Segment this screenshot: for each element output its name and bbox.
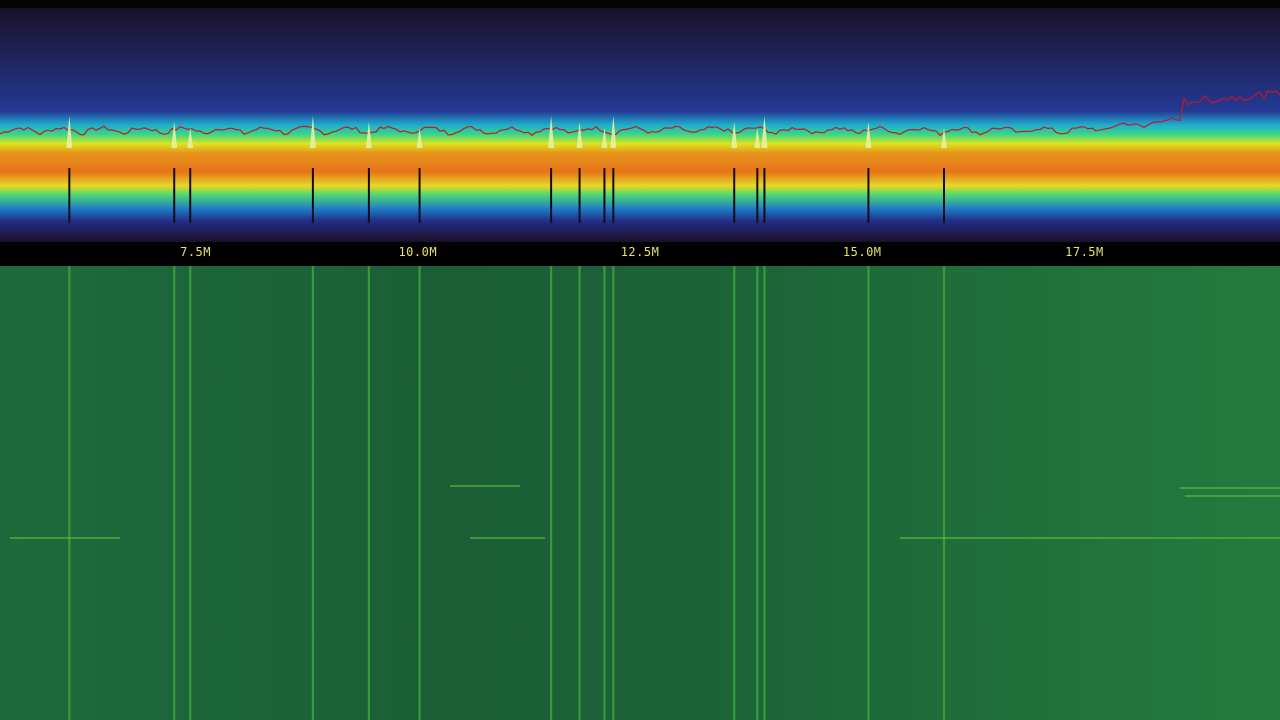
frequency-tick-7-5m: 7.5M xyxy=(180,245,211,259)
frequency-tick-17-5m: 17.5M xyxy=(1065,245,1104,259)
waterfall-display[interactable] xyxy=(0,266,1280,720)
spectrum-heat-band xyxy=(0,8,1280,242)
waterfall-plot[interactable] xyxy=(0,266,1280,720)
spectrum-display[interactable] xyxy=(0,8,1280,242)
frequency-tick-15-0m: 15.0M xyxy=(842,245,882,259)
frequency-tick-12-5m: 12.5M xyxy=(620,245,660,259)
frequency-axis: 7.5M 10.0M 12.5M 15.0M 17.5M xyxy=(0,242,1280,266)
frequency-tick-10-0m: 10.0M xyxy=(398,245,438,259)
waterfall-background xyxy=(0,266,1280,720)
spectrum-plot[interactable] xyxy=(0,8,1280,242)
title-strip xyxy=(0,0,1280,8)
